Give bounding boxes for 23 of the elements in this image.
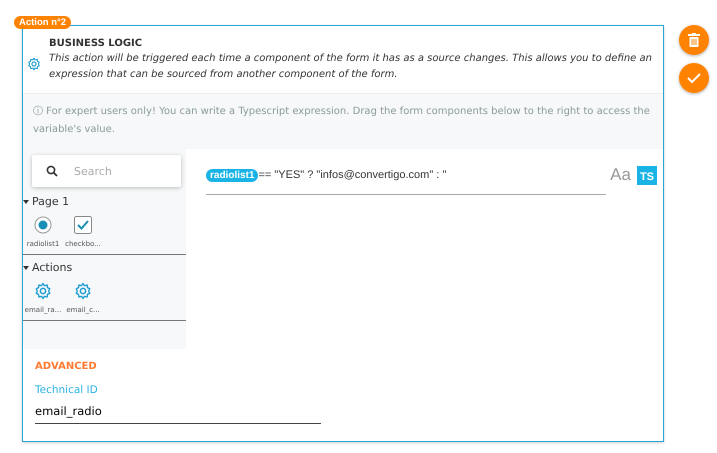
gear-icon[interactable] <box>34 282 52 300</box>
field-label: Technical ID <box>35 384 99 396</box>
search-input[interactable]: Search <box>74 156 174 186</box>
trash-icon <box>688 33 700 47</box>
gear-icon <box>27 56 41 70</box>
advanced-heading: ADVANCED <box>35 361 98 372</box>
section-description: This action will be triggered each time a component of the form it has as a source changes. This allows you to define an expression that can be sourced from another component of the form. <box>49 52 653 82</box>
action-badge: Action n°2 <box>14 16 72 29</box>
check-icon <box>687 72 701 84</box>
expression-text: == "YES" ? "infos@convertigo.com" : '' <box>258 169 447 181</box>
technical-id-field[interactable]: email_radio <box>35 401 321 424</box>
gear-icon[interactable] <box>74 282 92 300</box>
tree-group[interactable]: Page 1 <box>23 193 186 210</box>
checkbox-icon[interactable] <box>74 216 92 234</box>
search-field[interactable]: Search <box>32 155 181 187</box>
expression-field[interactable]: radiolist1 == "YES" ? "infos@convertigo.com" : '' <box>206 167 606 195</box>
tree-group[interactable]: Actions <box>23 259 186 276</box>
confirm-button[interactable] <box>679 63 709 93</box>
delete-button[interactable] <box>679 25 709 55</box>
section-title: BUSINESS LOGIC <box>49 38 144 49</box>
radio-icon[interactable] <box>34 216 52 234</box>
search-icon <box>46 165 58 177</box>
info-note: ⓘ For expert users only! You can write a Typescript expression. Drag the form components below to the right to access the variable's value. <box>33 106 650 135</box>
